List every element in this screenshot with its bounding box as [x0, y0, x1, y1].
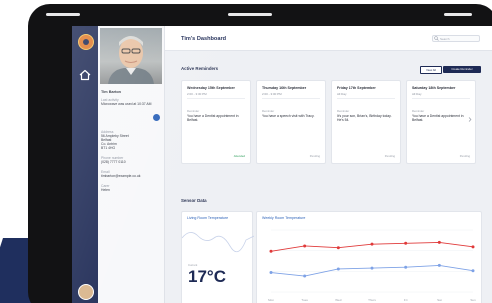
x-tick-label: Mon	[268, 298, 274, 302]
weekly-temperature-panel[interactable]: Weekly Room Temperature Mon Tues Wed Thurs F…	[256, 211, 482, 303]
x-tick-label: Sat	[437, 298, 442, 302]
divider	[412, 98, 470, 99]
reminder-status: Pending	[384, 154, 395, 158]
x-tick-label: Thurs	[368, 298, 376, 302]
reminder-card[interactable]: Wednesday 15th September 2:00 - 3:30 PM …	[181, 80, 251, 164]
data-point	[303, 244, 307, 248]
reminder-type: Reminder	[412, 109, 425, 113]
chevron-right-icon[interactable]	[468, 117, 472, 122]
carer-value: Helen	[101, 188, 110, 192]
address-line: BT1 4HG	[101, 146, 116, 150]
data-point	[437, 263, 441, 267]
x-tick-label: Wed	[335, 298, 341, 302]
top-bar: Tim's Dashboard Search	[165, 26, 492, 51]
reminder-message: You have a Dentist appointment in Belfas…	[187, 114, 239, 123]
tablet-frame: Tim Barton Last activity Microwave was u…	[28, 4, 492, 303]
search-input[interactable]: Search	[432, 35, 480, 42]
divider	[187, 98, 245, 99]
weekly-temperature-chart: Mon Tues Wed Thurs Fri Sat Sun	[268, 229, 476, 302]
reminder-card[interactable]: Thursday 16th September 2:00 - 3:00 PM R…	[256, 80, 326, 164]
living-room-title: Living Room Temperature	[187, 216, 229, 220]
reminder-date: Wednesday 15th September	[187, 86, 235, 90]
reminder-time: 2:00 - 3:30 PM	[187, 92, 207, 96]
data-point	[336, 267, 340, 271]
bezel-highlight	[228, 13, 272, 16]
reminder-time: All Day	[337, 92, 347, 96]
living-room-sparkline	[182, 232, 254, 253]
reminder-card[interactable]: Friday 17th September All Day Reminder I…	[331, 80, 401, 164]
data-point	[269, 249, 273, 253]
profile-name: Tim Barton	[101, 90, 121, 94]
phone-value: (028) 7777 0110	[101, 160, 126, 164]
data-point	[370, 266, 374, 270]
reminders-title: Active Reminders	[181, 66, 219, 71]
reminder-date: Saturday 18th September	[412, 86, 456, 90]
user-avatar[interactable]	[78, 284, 94, 300]
bezel-highlight	[46, 13, 80, 16]
bezel-highlight	[444, 13, 472, 16]
x-tick-label: Sun	[470, 298, 476, 302]
reminder-date: Thursday 16th September	[262, 86, 307, 90]
data-point	[404, 241, 408, 245]
reminder-type: Reminder	[187, 109, 200, 113]
email-value: timbarton@example.co.uk	[101, 174, 141, 178]
reminder-message: It's your son, Brian's, Birthday today. …	[337, 114, 392, 123]
divider	[262, 98, 320, 99]
app-logo-icon[interactable]	[78, 34, 94, 50]
living-room-panel[interactable]: Living Room Temperature Current 17°C	[181, 211, 254, 303]
data-point	[370, 242, 374, 246]
profile-panel: Tim Barton Last activity Microwave was u…	[98, 26, 165, 303]
data-point	[471, 245, 475, 249]
main-content: Tim's Dashboard Search Active Reminders …	[165, 26, 492, 303]
x-tick-label: Tues	[301, 298, 308, 302]
reminder-time: 2:00 - 3:00 PM	[262, 92, 282, 96]
reminder-status: Pending	[459, 154, 470, 158]
page-title: Tim's Dashboard	[181, 36, 227, 42]
weekly-temperature-title: Weekly Room Temperature	[262, 216, 306, 220]
last-activity-value: Microwave was used at 10:37 AM	[101, 102, 152, 106]
reminder-date: Friday 17th September	[337, 86, 376, 90]
current-temperature: 17°C	[188, 267, 226, 286]
profile-photo	[100, 28, 162, 84]
sensor-data-title: Sensor Data	[181, 198, 207, 203]
nav-rail	[72, 26, 98, 303]
create-reminder-button[interactable]: Create Reminder	[443, 66, 481, 73]
view-all-button[interactable]: View All	[420, 66, 442, 74]
divider	[337, 98, 395, 99]
data-point	[404, 265, 408, 269]
reminder-type: Reminder	[262, 109, 275, 113]
reminder-time: All Day	[412, 92, 422, 96]
home-icon[interactable]	[78, 68, 92, 86]
message-button[interactable]	[153, 114, 160, 121]
data-point	[269, 271, 273, 275]
reminder-message: You have a speech visit with Tracy.	[262, 114, 315, 118]
data-point	[437, 240, 441, 244]
reminder-message: You have a Dentist appointment in Belfas…	[412, 114, 464, 123]
reminder-status: Attended	[233, 154, 245, 158]
stage: Tim Barton Last activity Microwave was u…	[0, 0, 492, 303]
reminder-status: Pending	[309, 154, 320, 158]
x-tick-label: Fri	[404, 298, 408, 302]
reminder-type: Reminder	[337, 109, 350, 113]
app-screen: Tim Barton Last activity Microwave was u…	[72, 26, 492, 303]
data-point	[336, 246, 340, 250]
data-point	[303, 274, 307, 278]
data-point	[471, 269, 475, 273]
search-icon	[434, 36, 439, 41]
reminder-card[interactable]: Saturday 18th September All Day Reminder…	[406, 80, 476, 164]
